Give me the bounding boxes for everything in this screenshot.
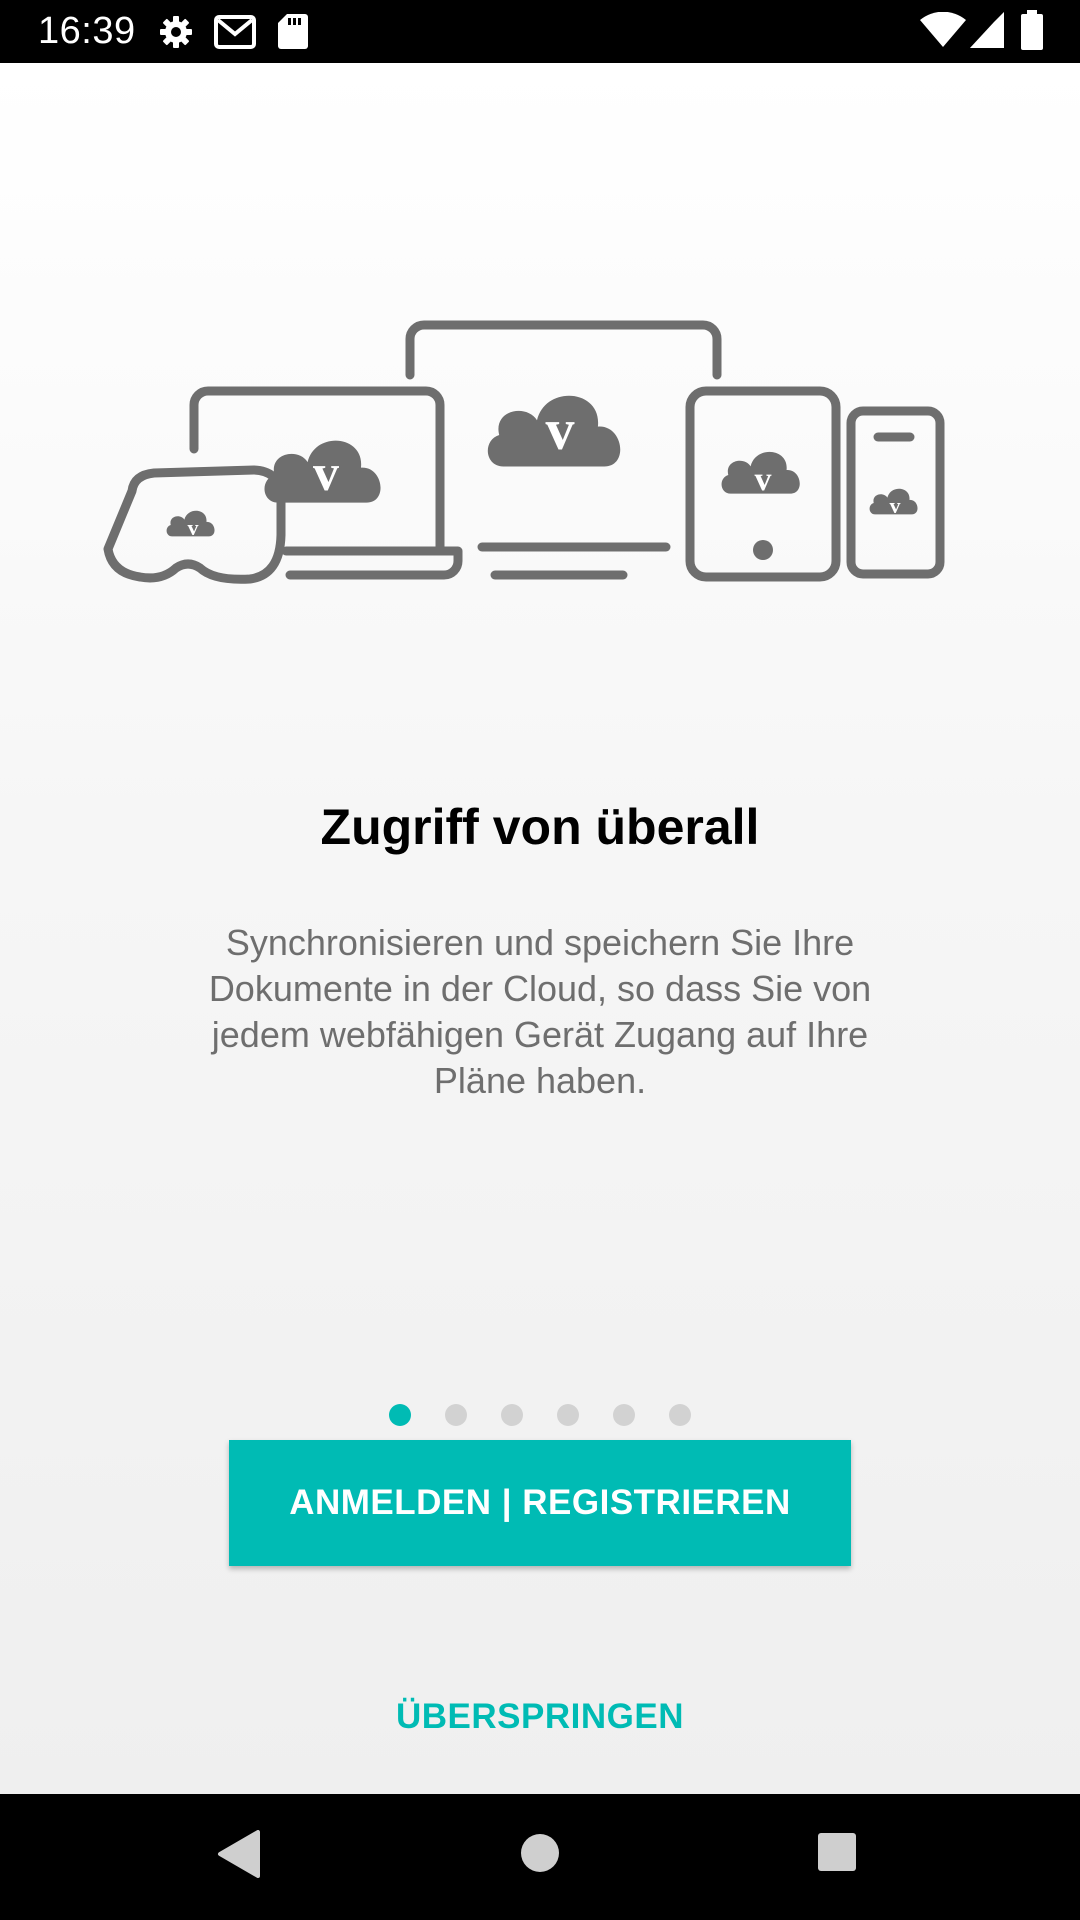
page-dot[interactable] (613, 1404, 635, 1426)
screen: 16:39 v v v v v Zugriff von überall Sync… (0, 0, 1080, 1920)
page-dot[interactable] (669, 1404, 691, 1426)
status-time: 16:39 (38, 10, 136, 52)
status-bar: 16:39 (0, 0, 1080, 63)
signal-icon (970, 12, 1004, 48)
gear-icon (160, 16, 192, 48)
svg-text:v: v (313, 445, 339, 502)
back-icon[interactable] (216, 1830, 260, 1878)
onboarding-page: v v v v v Zugriff von überall Synchronis… (0, 63, 1080, 1794)
recents-icon[interactable] (817, 1832, 857, 1872)
svg-text:v: v (890, 493, 901, 518)
svg-text:v: v (755, 461, 772, 498)
wifi-icon (920, 12, 966, 47)
login-register-button[interactable]: ANMELDEN | REGISTRIEREN (229, 1440, 851, 1566)
page-description: Synchronisieren und speichern Sie Ihre D… (208, 922, 872, 1101)
svg-text:v: v (546, 397, 575, 462)
battery-icon (1021, 10, 1043, 50)
devices-illustration: v v v v v (103, 320, 945, 584)
page-dot-active[interactable] (389, 1404, 411, 1426)
page-indicator (0, 1404, 1080, 1426)
page-dot[interactable] (557, 1404, 579, 1426)
page-dot[interactable] (445, 1404, 467, 1426)
sd-card-icon (278, 14, 308, 49)
page-dot[interactable] (501, 1404, 523, 1426)
page-title: Zugriff von überall (320, 799, 760, 855)
gmail-icon (214, 15, 256, 49)
home-icon[interactable] (519, 1832, 561, 1874)
skip-button[interactable]: ÜBERSPRINGEN (340, 1687, 740, 1747)
navigation-bar (0, 1794, 1080, 1920)
svg-text:v: v (188, 515, 199, 540)
